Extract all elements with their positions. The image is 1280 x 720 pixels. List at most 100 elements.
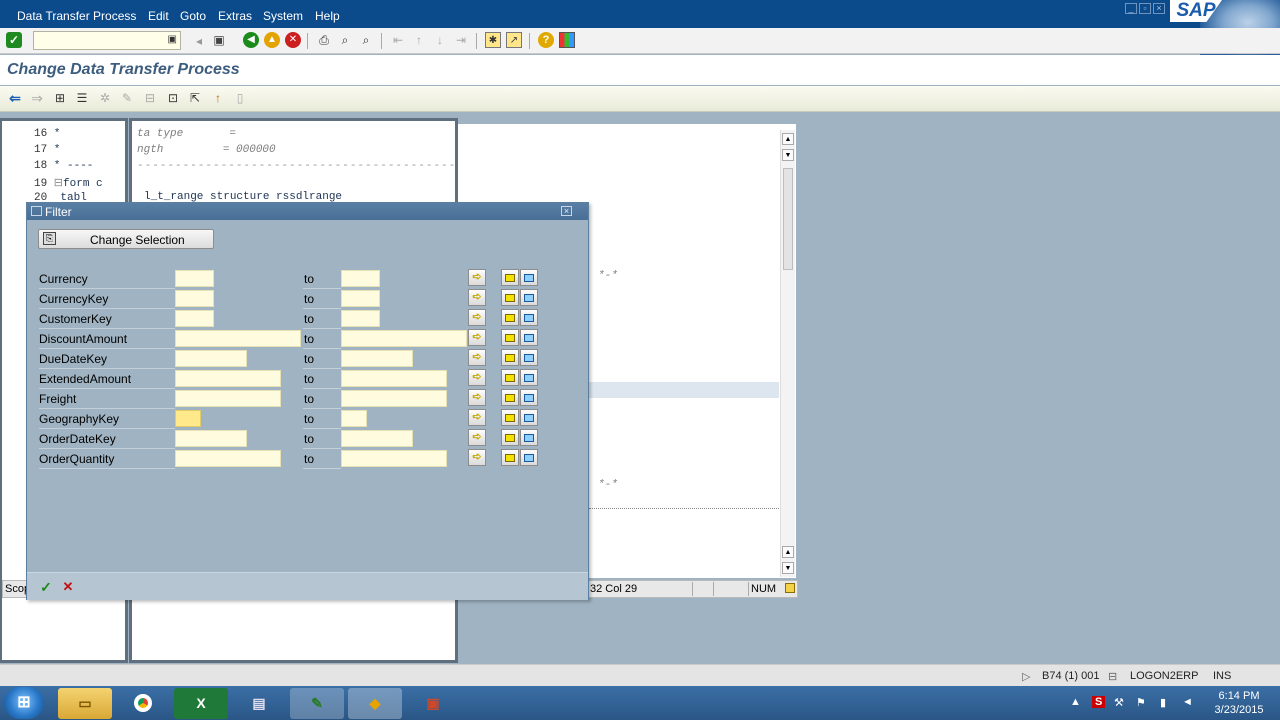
menu-extras[interactable]: Extras xyxy=(218,9,252,23)
from-value-input[interactable] xyxy=(175,330,301,347)
scroll-thumb[interactable] xyxy=(783,168,793,270)
to-value-input[interactable] xyxy=(341,270,380,287)
sap-logon-icon[interactable]: ▤ xyxy=(232,688,286,719)
volume-icon[interactable]: ◄ xyxy=(1182,696,1193,708)
from-value-input[interactable] xyxy=(175,430,247,447)
notepad-icon[interactable]: ✎ xyxy=(290,688,344,719)
system-clock[interactable]: 6:14 PM 3/23/2015 xyxy=(1204,689,1274,717)
scroll-up-icon[interactable]: ▲ xyxy=(782,133,794,145)
collapse-icon[interactable]: ◂ xyxy=(191,33,207,49)
screen-icon[interactable] xyxy=(520,309,538,326)
system-info-dropdown-icon[interactable]: ⊟ xyxy=(1108,670,1117,683)
close-icon[interactable]: × xyxy=(561,206,572,216)
scroll-down-icon[interactable]: ▼ xyxy=(782,562,794,574)
menu-goto[interactable]: Goto xyxy=(180,9,206,23)
to-value-input[interactable] xyxy=(341,310,380,327)
windows-start-button[interactable]: ⊞ xyxy=(4,687,44,719)
confirm-icon[interactable]: ✓ xyxy=(38,579,54,595)
to-value-input[interactable] xyxy=(341,290,380,307)
folder-icon[interactable] xyxy=(501,349,519,366)
to-value-input[interactable] xyxy=(341,430,413,447)
network-icon[interactable]: ▮ xyxy=(1160,696,1166,709)
command-history-icon[interactable]: ▣ xyxy=(168,34,177,45)
multiple-selection-arrow-icon[interactable]: ➪ xyxy=(468,349,486,366)
screen-icon[interactable] xyxy=(520,329,538,346)
to-value-input[interactable] xyxy=(341,390,447,407)
options-icon[interactable] xyxy=(785,583,795,593)
excel-icon[interactable]: X xyxy=(174,688,228,719)
change-selection-button[interactable]: ⎘ Change Selection xyxy=(38,229,214,249)
prev-page-icon[interactable]: ↑ xyxy=(411,32,427,48)
powerpoint-icon[interactable]: ▣ xyxy=(406,688,460,719)
multiple-selection-arrow-icon[interactable]: ➪ xyxy=(468,289,486,306)
to-value-input[interactable] xyxy=(341,450,447,467)
find-next-icon[interactable]: ⌕ xyxy=(358,32,374,48)
from-value-input[interactable] xyxy=(175,390,281,407)
find-icon[interactable]: ⌕ xyxy=(337,32,353,48)
dialog-title-bar[interactable]: Filter × xyxy=(27,203,588,220)
folder-icon[interactable] xyxy=(501,369,519,386)
list-icon[interactable]: ☰ xyxy=(74,90,90,106)
close-icon[interactable]: × xyxy=(1153,3,1165,14)
menu-help[interactable]: Help xyxy=(315,9,340,23)
action-center-icon[interactable]: ⚑ xyxy=(1136,696,1146,709)
new-session-icon[interactable]: ✱ xyxy=(485,32,501,48)
multiple-selection-arrow-icon[interactable]: ➪ xyxy=(468,389,486,406)
page-down-icon[interactable]: ▲ xyxy=(782,546,794,558)
chrome-icon[interactable] xyxy=(116,688,170,719)
multiple-selection-arrow-icon[interactable]: ➪ xyxy=(468,309,486,326)
screen-icon[interactable] xyxy=(520,389,538,406)
folder-icon[interactable] xyxy=(501,409,519,426)
display-change-icon[interactable]: ⊡ xyxy=(165,90,181,106)
forward-arrow-icon[interactable]: ⇒ xyxy=(29,90,45,106)
folder-icon[interactable] xyxy=(501,389,519,406)
folder-icon[interactable] xyxy=(501,289,519,306)
from-value-input[interactable] xyxy=(175,410,201,427)
skype-tray-icon[interactable]: S xyxy=(1092,696,1106,708)
activate-icon[interactable]: ⊟ xyxy=(142,90,158,106)
multiple-selection-arrow-icon[interactable]: ➪ xyxy=(468,409,486,426)
show-hidden-icons[interactable]: ▲ xyxy=(1070,696,1081,708)
print-icon[interactable]: ⎙ xyxy=(316,32,332,48)
screen-icon[interactable] xyxy=(520,369,538,386)
folder-icon[interactable] xyxy=(501,429,519,446)
first-page-icon[interactable]: ⇤ xyxy=(390,32,406,48)
back-arrow-icon[interactable]: ⇐ xyxy=(7,90,23,106)
folder-icon[interactable] xyxy=(501,449,519,466)
enter-icon[interactable]: ✓ xyxy=(6,32,22,48)
command-field[interactable]: ▣ xyxy=(33,31,181,50)
minimize-icon[interactable]: _ xyxy=(1125,3,1137,14)
to-value-input[interactable] xyxy=(341,370,447,387)
next-page-icon[interactable]: ↓ xyxy=(432,32,448,48)
hierarchy-icon[interactable]: ⊞ xyxy=(52,90,68,106)
from-value-input[interactable] xyxy=(175,270,214,287)
multiple-selection-arrow-icon[interactable]: ➪ xyxy=(468,269,486,286)
cancel-icon[interactable]: ✕ xyxy=(60,579,76,595)
edit-icon[interactable]: ✎ xyxy=(119,90,135,106)
from-value-input[interactable] xyxy=(175,370,281,387)
multiple-selection-arrow-icon[interactable]: ➪ xyxy=(468,329,486,346)
restore-icon[interactable]: ▫ xyxy=(1139,3,1151,14)
screen-icon[interactable] xyxy=(520,429,538,446)
cancel-icon[interactable]: ✕ xyxy=(285,32,301,48)
editor-scrollbar[interactable]: ▲ ▼ ▲ ▼ xyxy=(780,130,795,577)
screen-icon[interactable] xyxy=(520,449,538,466)
layout-icon[interactable] xyxy=(559,32,575,48)
to-value-input[interactable] xyxy=(341,330,467,347)
screen-icon[interactable] xyxy=(520,289,538,306)
menu-data-transfer-process[interactable]: Data Transfer Process xyxy=(17,9,136,23)
tools-tray-icon[interactable]: ⚒ xyxy=(1114,696,1124,709)
screen-icon[interactable] xyxy=(520,409,538,426)
file-explorer-icon[interactable]: ▭ xyxy=(58,688,112,719)
delete-icon[interactable]: ▯ xyxy=(232,90,248,106)
folder-icon[interactable] xyxy=(501,269,519,286)
menu-edit[interactable]: Edit xyxy=(148,9,169,23)
back-icon[interactable]: ◀ xyxy=(243,32,259,48)
folder-icon[interactable] xyxy=(501,329,519,346)
shortcut-icon[interactable]: ↗ xyxy=(506,32,522,48)
status-expand-icon[interactable]: ▷ xyxy=(1022,670,1030,683)
to-value-input[interactable] xyxy=(341,350,413,367)
menu-system[interactable]: System xyxy=(263,9,303,23)
page-up-icon[interactable]: ▼ xyxy=(782,149,794,161)
from-value-input[interactable] xyxy=(175,450,281,467)
